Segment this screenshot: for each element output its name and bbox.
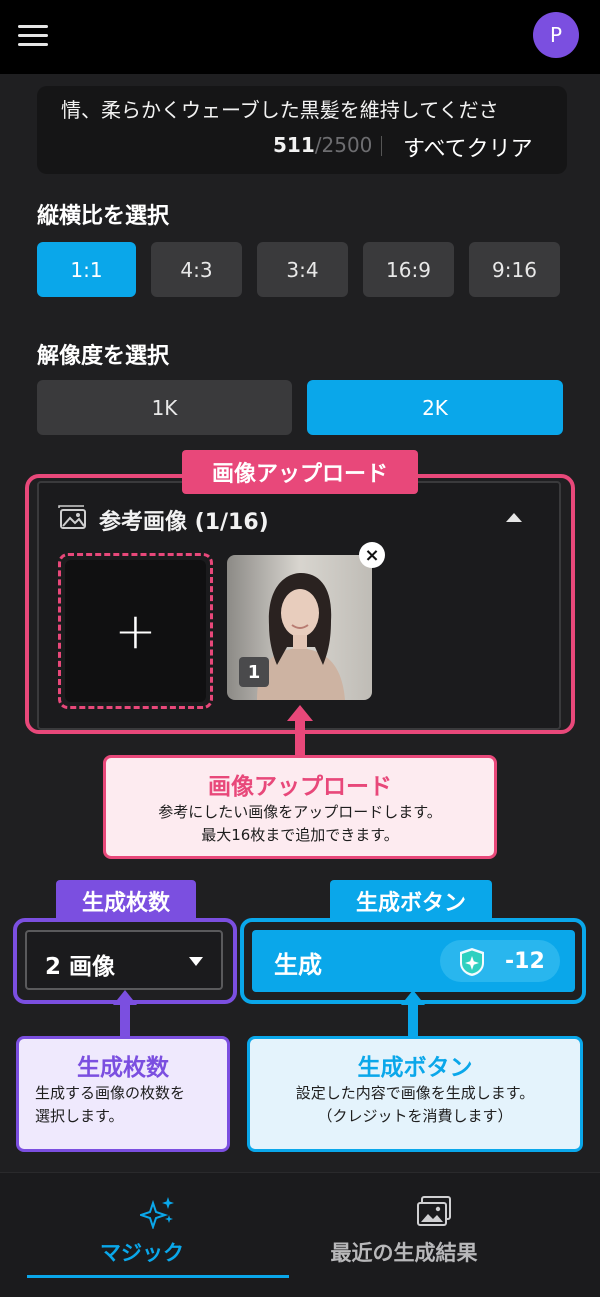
chevron-down-icon [189,957,203,966]
plus-icon: + [65,560,206,702]
upload-tag: 画像アップロード [182,450,418,494]
character-counter: 511/2500 [273,133,372,157]
image-count-select[interactable]: 2 画像 [25,930,223,990]
credit-cost-pill: -12 [440,940,560,982]
avatar[interactable]: P [533,12,579,58]
add-image-tile[interactable]: + [58,553,213,709]
upload-callout-line2: 最大16枚まで追加できます。 [201,826,399,844]
bottom-navigation: マジック 最近の生成結果 [0,1172,600,1297]
generate-callout-title: 生成ボタン [357,1055,473,1081]
upload-callout-title: 画像アップロード [208,774,392,800]
count-tag: 生成枚数 [56,880,196,922]
credit-cost-value: -12 [505,949,545,974]
ratio-option-9-16[interactable]: 9:16 [469,242,560,297]
generate-button[interactable]: 生成 -12 [252,930,575,992]
count-callout-line2: 選択します。 [35,1107,124,1125]
count-callout-line1: 生成する画像の枚数を [35,1084,186,1102]
clear-all-button[interactable]: すべてクリア [403,131,533,163]
prompt-text[interactable]: 情、柔らかくウェーブした黒髪を維持してくださ [61,94,551,123]
ratio-option-1-1[interactable]: 1:1 [37,242,136,297]
nav-label-magic: マジック [100,1241,184,1265]
counter-divider [381,136,382,156]
nav-label-recent-results: 最近の生成結果 [330,1241,478,1265]
character-count: 511 [273,133,315,157]
prompt-input-box[interactable]: 情、柔らかくウェーブした黒髪を維持してくださ 511/2500 すべてクリア [37,86,567,174]
count-callout: 生成枚数 生成する画像の枚数を 選択します。 [16,1036,230,1152]
thumbnail-index-badge: 1 [239,657,269,687]
upload-callout-arrow [287,705,313,759]
generate-callout: 生成ボタン 設定した内容で画像を生成します。 （クレジットを消費します） [247,1036,583,1152]
aspect-ratio-label: 縦横比を選択 [37,204,170,229]
resolution-option-2k[interactable]: 2K [307,380,563,435]
resolution-option-1k[interactable]: 1K [37,380,292,435]
reference-images-title: 参考画像 (1/16) [99,510,269,535]
hamburger-menu-icon[interactable] [18,25,48,47]
active-tab-indicator [27,1275,289,1278]
upload-callout-line1: 参考にしたい画像をアップロードします。 [158,803,442,821]
upload-callout: 画像アップロード 参考にしたい画像をアップロードします。 最大16枚まで追加でき… [103,755,497,859]
ratio-option-16-9[interactable]: 16:9 [363,242,454,297]
credit-shield-icon [460,948,484,976]
count-callout-arrow [113,990,137,1040]
ratio-option-4-3[interactable]: 4:3 [151,242,242,297]
character-max: /2500 [314,133,373,157]
generate-button-label: 生成 [274,951,322,979]
generate-callout-arrow [401,990,425,1040]
gallery-icon [417,1196,451,1226]
generate-callout-line2: （クレジットを消費します） [317,1107,513,1125]
sparkle-icon [140,1197,174,1229]
nav-item-magic[interactable]: マジック [0,1173,300,1297]
image-icon [58,505,86,529]
top-bar: P [0,0,600,74]
remove-thumbnail-icon[interactable]: × [359,542,385,568]
generate-callout-line1: 設定した内容で画像を生成します。 [295,1084,535,1102]
ratio-option-3-4[interactable]: 3:4 [257,242,348,297]
generate-tag: 生成ボタン [330,880,492,922]
nav-item-recent-results[interactable]: 最近の生成結果 [300,1173,600,1297]
chevron-up-icon[interactable] [505,511,523,523]
resolution-label: 解像度を選択 [37,344,170,369]
image-count-value: 2 画像 [45,954,116,980]
count-callout-title: 生成枚数 [77,1055,169,1081]
